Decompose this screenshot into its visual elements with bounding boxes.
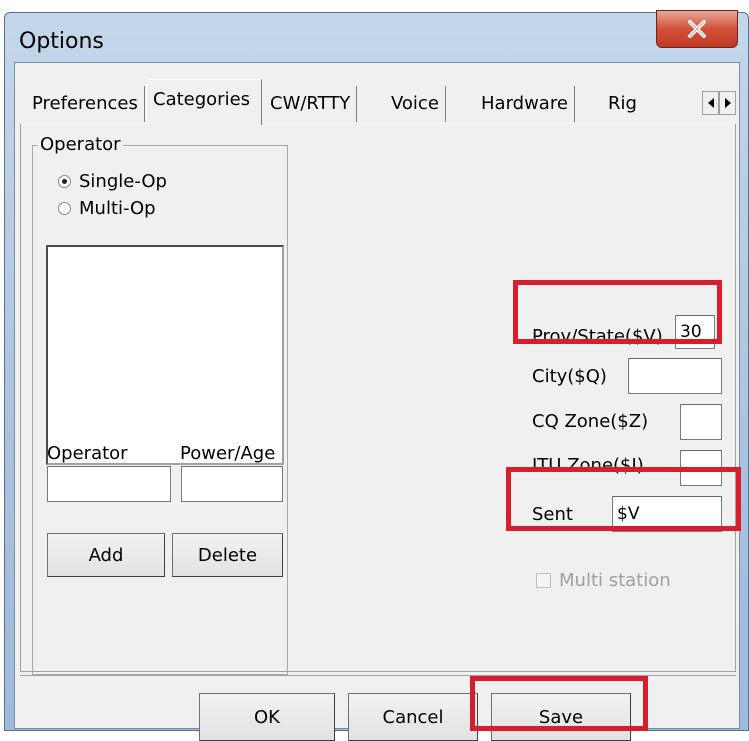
close-icon — [688, 20, 706, 38]
tab-preferences[interactable]: Preferences — [26, 86, 145, 122]
city-label: City($Q) — [532, 366, 607, 387]
dialog-client-area: Preferences Categories CW/RTTY Voice Har… — [14, 62, 740, 741]
operator-input[interactable] — [47, 466, 171, 502]
city-input[interactable] — [628, 358, 722, 394]
cq-zone-input[interactable] — [680, 404, 722, 440]
arrow-left-icon — [707, 98, 714, 108]
options-dialog: Options Preferences Categories CW/RTTY V… — [4, 10, 749, 741]
arrow-right-icon — [724, 98, 731, 108]
cancel-button[interactable]: Cancel — [348, 693, 478, 741]
ok-button[interactable]: OK — [199, 693, 335, 741]
multi-station-label: Multi station — [559, 570, 671, 591]
multi-op-label: Multi-Op — [79, 198, 156, 219]
single-op-label: Single-Op — [79, 171, 167, 192]
power-age-input[interactable] — [181, 466, 283, 502]
checkbox-icon — [536, 573, 551, 588]
highlight-prov-state — [513, 280, 722, 344]
multi-station-checkbox[interactable]: Multi station — [536, 570, 671, 591]
cq-zone-label: CQ Zone($Z) — [532, 411, 649, 432]
window-title: Options — [19, 29, 104, 54]
radio-selected-icon — [58, 175, 71, 188]
tab-rig[interactable]: Rig — [602, 86, 643, 122]
close-button[interactable] — [656, 10, 738, 48]
operator-label: Operator — [47, 443, 128, 464]
tab-hardware[interactable]: Hardware — [475, 86, 575, 122]
tab-strip: Preferences Categories CW/RTTY Voice Har… — [15, 63, 739, 125]
highlight-save — [470, 676, 648, 731]
operator-listbox[interactable] — [46, 245, 284, 465]
multi-op-radio[interactable]: Multi-Op — [58, 198, 156, 219]
tab-cw-rtty[interactable]: CW/RTTY — [264, 86, 358, 122]
operator-group-legend: Operator — [38, 134, 123, 155]
single-op-radio[interactable]: Single-Op — [58, 171, 167, 192]
tab-scroll-left-button[interactable] — [702, 91, 719, 115]
tab-scroll-right-button[interactable] — [719, 91, 736, 115]
delete-button[interactable]: Delete — [172, 533, 283, 577]
power-age-label: Power/Age — [180, 443, 276, 464]
radio-unselected-icon — [58, 202, 71, 215]
tab-categories[interactable]: Categories — [146, 79, 262, 125]
tab-scroll-arrows — [702, 91, 736, 115]
add-button[interactable]: Add — [47, 533, 165, 577]
tab-voice[interactable]: Voice — [385, 86, 446, 122]
highlight-sent — [506, 467, 741, 531]
